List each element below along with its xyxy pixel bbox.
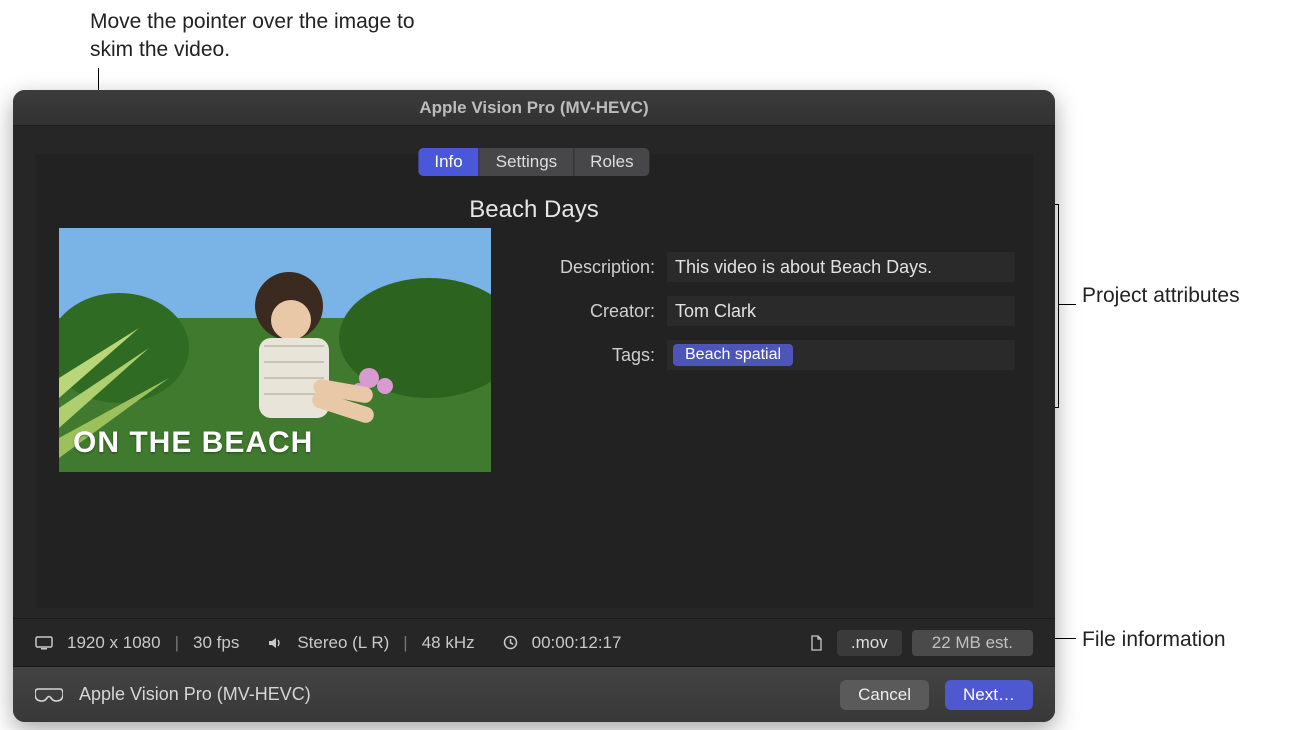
callout-thumb: Move the pointer over the image to skim … (90, 8, 430, 65)
export-dialog-window: Apple Vision Pro (MV-HEVC) Info Settings… (13, 90, 1055, 722)
video-thumbnail[interactable]: ON THE BEACH (59, 228, 491, 472)
clock-icon (503, 635, 518, 650)
inner-panel: Info Settings Roles Beach Days (35, 154, 1033, 608)
callout-bracket-attrs-m (1058, 304, 1076, 305)
callout-fileinfo: File information (1082, 626, 1282, 654)
tab-bar: Info Settings Roles (418, 148, 649, 176)
status-size: 22 MB est. (912, 630, 1033, 656)
cancel-button[interactable]: Cancel (840, 680, 929, 710)
tab-roles[interactable]: Roles (574, 148, 649, 176)
project-title: Beach Days (469, 196, 598, 224)
tab-settings[interactable]: Settings (480, 148, 574, 176)
thumbnail-overlay-text: ON THE BEACH (73, 426, 313, 460)
callout-bracket-attrs-v (1058, 204, 1059, 408)
display-icon (35, 636, 53, 650)
tags-field[interactable]: Beach spatial (667, 340, 1015, 370)
status-audio: Stereo (L R) (297, 633, 389, 653)
footer-bar: Apple Vision Pro (MV-HEVC) Cancel Next… (13, 666, 1055, 722)
callout-attrs: Project attributes (1082, 282, 1282, 310)
status-extension[interactable]: .mov (837, 630, 902, 656)
creator-field[interactable]: Tom Clark (667, 296, 1015, 326)
next-button[interactable]: Next… (945, 680, 1033, 710)
content-area: Info Settings Roles Beach Days (13, 126, 1055, 618)
description-label: Description: (515, 257, 655, 278)
status-bar: 1920 x 1080 | 30 fps Stereo (L R) | 48 k… (13, 618, 1055, 666)
document-icon (810, 635, 823, 651)
speaker-icon (267, 636, 283, 650)
status-fps: 30 fps (193, 633, 239, 653)
tab-info[interactable]: Info (418, 148, 479, 176)
window-titlebar: Apple Vision Pro (MV-HEVC) (13, 90, 1055, 126)
tags-label: Tags: (515, 345, 655, 366)
window-title: Apple Vision Pro (MV-HEVC) (419, 98, 648, 118)
status-resolution: 1920 x 1080 (67, 633, 161, 653)
separator: | (175, 633, 179, 653)
creator-label: Creator: (515, 301, 655, 322)
status-duration: 00:00:12:17 (532, 633, 622, 653)
footer-destination: Apple Vision Pro (MV-HEVC) (79, 684, 311, 705)
project-attributes: Description: This video is about Beach D… (515, 252, 1015, 370)
description-field[interactable]: This video is about Beach Days. (667, 252, 1015, 282)
tag-chip[interactable]: Beach spatial (673, 344, 793, 366)
vision-pro-icon (35, 686, 63, 704)
status-sample-rate: 48 kHz (422, 633, 475, 653)
separator: | (403, 633, 407, 653)
